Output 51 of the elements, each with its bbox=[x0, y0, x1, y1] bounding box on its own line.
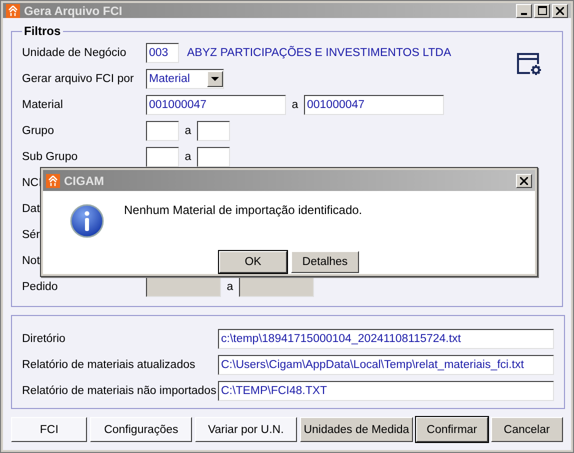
field-label: Material bbox=[22, 99, 64, 111]
path-field[interactable]: c:\temp\18941715000104_20241108115724.txt bbox=[218, 329, 554, 349]
minimize-icon bbox=[521, 12, 527, 14]
range-from-field[interactable] bbox=[146, 121, 179, 141]
maximize-button[interactable] bbox=[534, 4, 550, 18]
range-separator: a bbox=[184, 151, 192, 163]
action-button[interactable]: FCI bbox=[11, 417, 88, 442]
window-settings-icon[interactable] bbox=[516, 52, 542, 76]
maximize-icon bbox=[538, 6, 546, 15]
field-label: Pedido bbox=[22, 281, 59, 293]
range-to-field[interactable] bbox=[197, 121, 230, 141]
app-logo-icon bbox=[6, 4, 20, 18]
app-logo-icon bbox=[46, 174, 60, 188]
field-label: Sér bbox=[22, 229, 41, 241]
action-button[interactable]: Cancelar bbox=[490, 417, 563, 442]
field-label: Not bbox=[22, 255, 41, 267]
minimize-button[interactable] bbox=[516, 4, 532, 18]
unit-code-field[interactable]: 003 bbox=[146, 43, 179, 63]
dialog-message: Nenhum Material de importação identificado. bbox=[124, 203, 362, 217]
range-from-field[interactable] bbox=[146, 147, 179, 167]
range-to-field[interactable]: 001000047 bbox=[304, 95, 444, 115]
panel-title: Filtros bbox=[23, 24, 62, 38]
range-to-field[interactable] bbox=[197, 147, 230, 167]
range-separator: a bbox=[290, 99, 300, 111]
window-title: Gera Arquivo FCI bbox=[24, 4, 124, 18]
dropdown[interactable]: Material bbox=[146, 69, 224, 89]
path-field[interactable]: C:\Users\Cigam\AppData\Local\Temp\relat_materiais_fci.txt bbox=[218, 355, 554, 375]
range-separator: a bbox=[184, 125, 192, 137]
info-icon bbox=[70, 204, 104, 238]
action-button[interactable]: Unidades de Medida bbox=[300, 417, 414, 442]
action-button[interactable]: Variar por U.N. bbox=[195, 417, 297, 442]
close-button[interactable] bbox=[552, 4, 568, 18]
range-separator: a bbox=[226, 281, 234, 293]
close-button[interactable] bbox=[516, 174, 532, 188]
action-button[interactable]: Configurações bbox=[90, 417, 192, 442]
field-label: Gerar arquivo FCI por bbox=[22, 73, 135, 85]
close-icon bbox=[556, 6, 564, 14]
path-field[interactable]: C:\TEMP\FCI48.TXT bbox=[218, 381, 554, 401]
dialog-title: CIGAM bbox=[64, 174, 105, 188]
dialog-button[interactable]: Detalhes bbox=[291, 251, 359, 273]
field-label: Relatório de materiais atualizados bbox=[22, 359, 196, 371]
field-label: Diretório bbox=[22, 333, 66, 345]
field-label: Grupo bbox=[22, 125, 55, 137]
range-from-field[interactable]: 001000047 bbox=[146, 95, 286, 115]
field-label: Unidade de Negócio bbox=[22, 47, 128, 59]
dialog-button[interactable]: OK bbox=[219, 251, 287, 273]
close-icon bbox=[520, 176, 528, 184]
field-label: Relatório de materiais não importados bbox=[22, 385, 218, 397]
field-label: Sub Grupo bbox=[22, 151, 79, 163]
action-button[interactable]: Confirmar bbox=[416, 417, 488, 442]
unit-name: ABYZ PARTICIPAÇÕES E INVESTIMENTOS LTDA bbox=[187, 47, 452, 59]
